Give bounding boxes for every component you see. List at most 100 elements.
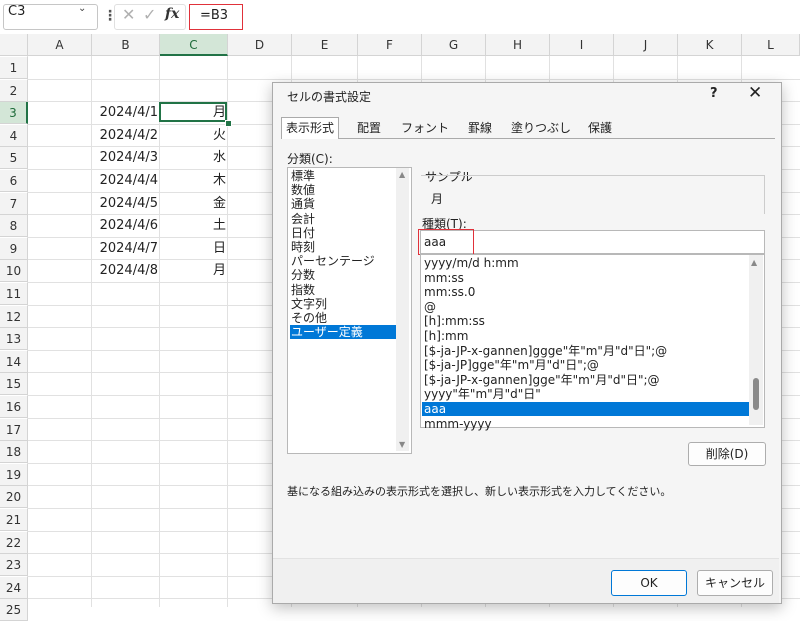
row-header-11[interactable]: 11 — [0, 283, 28, 305]
scroll-up-icon[interactable]: ▲ — [399, 170, 405, 179]
ok-button[interactable]: OK — [611, 570, 687, 596]
insert-function-icon[interactable]: fx — [165, 6, 179, 22]
category-item[interactable]: ユーザー定義 — [290, 325, 396, 340]
category-item[interactable]: 分数 — [290, 268, 396, 282]
cancel-button[interactable]: キャンセル — [697, 570, 773, 596]
row-header-5[interactable]: 5 — [0, 147, 28, 169]
row-header-25[interactable]: 25 — [0, 599, 28, 621]
format-item[interactable]: [$-ja-JP-x-gannen]gge"年"m"月"d"日";@ — [422, 373, 749, 387]
cell-c7[interactable]: 金 — [160, 193, 226, 215]
row-header-10[interactable]: 10 — [0, 260, 28, 282]
category-item[interactable]: 通貨 — [290, 197, 396, 211]
format-item[interactable]: mm:ss — [422, 271, 749, 285]
scroll-down-icon[interactable]: ▼ — [399, 440, 405, 449]
row-header-13[interactable]: 13 — [0, 328, 28, 350]
category-item[interactable]: 会計 — [290, 212, 396, 226]
format-item[interactable]: @ — [422, 300, 749, 314]
row-header-15[interactable]: 15 — [0, 373, 28, 395]
format-item[interactable]: [h]:mm — [422, 329, 749, 343]
fill-handle[interactable] — [225, 120, 232, 127]
row-header-19[interactable]: 19 — [0, 464, 28, 486]
tab-protection[interactable]: 保護 — [580, 118, 620, 138]
format-item[interactable]: mmm-yyyy — [422, 417, 749, 431]
column-header-c[interactable]: C — [160, 34, 228, 56]
format-item[interactable]: mm:ss.0 — [422, 285, 749, 299]
column-header-j[interactable]: J — [614, 34, 678, 56]
row-header-2[interactable]: 2 — [0, 80, 28, 102]
cell-b4[interactable]: 2024/4/2 — [92, 125, 158, 147]
cancel-icon[interactable]: ✕ — [122, 5, 135, 24]
column-header-d[interactable]: D — [228, 34, 292, 56]
category-item[interactable]: パーセンテージ — [290, 254, 396, 268]
column-header-l[interactable]: L — [742, 34, 800, 56]
format-item[interactable]: aaa — [422, 402, 749, 416]
column-header-h[interactable]: H — [486, 34, 550, 56]
row-header-16[interactable]: 16 — [0, 396, 28, 418]
row-header-7[interactable]: 7 — [0, 193, 28, 215]
cell-b8[interactable]: 2024/4/6 — [92, 215, 158, 237]
column-header-b[interactable]: B — [92, 34, 160, 56]
category-item[interactable]: 文字列 — [290, 297, 396, 311]
row-header-17[interactable]: 17 — [0, 419, 28, 441]
tab-alignment[interactable]: 配置 — [346, 118, 392, 138]
row-header-20[interactable]: 20 — [0, 486, 28, 508]
row-header-3[interactable]: 3 — [0, 102, 28, 124]
close-icon[interactable]: ✕ — [748, 83, 762, 103]
tab-fill[interactable]: 塗りつぶし — [508, 118, 574, 138]
column-header-g[interactable]: G — [422, 34, 486, 56]
cell-b9[interactable]: 2024/4/7 — [92, 238, 158, 260]
format-item[interactable]: [h]:mm:ss — [422, 314, 749, 328]
cell-c10[interactable]: 月 — [160, 260, 226, 282]
cell-c5[interactable]: 水 — [160, 147, 226, 169]
tab-border[interactable]: 罫線 — [459, 118, 501, 138]
category-item[interactable]: 標準 — [290, 169, 396, 183]
active-cell[interactable] — [159, 102, 227, 122]
category-item[interactable]: 数値 — [290, 183, 396, 197]
column-header-e[interactable]: E — [292, 34, 358, 56]
category-item[interactable]: その他 — [290, 311, 396, 325]
format-scrollbar-thumb[interactable] — [753, 378, 759, 410]
sample-box — [421, 175, 765, 214]
row-header-12[interactable]: 12 — [0, 306, 28, 328]
format-item[interactable]: yyyy/m/d h:mm — [422, 256, 749, 270]
format-item[interactable]: [$-ja-JP-x-gannen]ggge"年"m"月"d"日";@ — [422, 344, 749, 358]
row-header-8[interactable]: 8 — [0, 215, 28, 237]
cell-b6[interactable]: 2024/4/4 — [92, 170, 158, 192]
row-header-14[interactable]: 14 — [0, 351, 28, 373]
row-header-4[interactable]: 4 — [0, 125, 28, 147]
select-all-corner[interactable] — [0, 34, 28, 56]
row-header-18[interactable]: 18 — [0, 441, 28, 463]
format-item[interactable]: [$-ja-JP]gge"年"m"月"d"日";@ — [422, 358, 749, 372]
cell-c8[interactable]: 土 — [160, 215, 226, 237]
tab-number[interactable]: 表示形式 — [281, 118, 339, 138]
cell-b7[interactable]: 2024/4/5 — [92, 193, 158, 215]
cell-b10[interactable]: 2024/4/8 — [92, 260, 158, 282]
row-header-1[interactable]: 1 — [0, 57, 28, 79]
scroll-up-icon[interactable]: ▲ — [751, 258, 757, 267]
column-header-k[interactable]: K — [678, 34, 742, 56]
cell-b3[interactable]: 2024/4/1 — [92, 102, 158, 124]
row-header-23[interactable]: 23 — [0, 554, 28, 576]
category-item[interactable]: 日付 — [290, 226, 396, 240]
column-header-f[interactable]: F — [358, 34, 422, 56]
cell-b5[interactable]: 2024/4/3 — [92, 147, 158, 169]
row-header-6[interactable]: 6 — [0, 170, 28, 192]
cell-c6[interactable]: 木 — [160, 170, 226, 192]
help-button[interactable]: ? — [710, 86, 718, 101]
category-item[interactable]: 時刻 — [290, 240, 396, 254]
row-header-24[interactable]: 24 — [0, 577, 28, 599]
cell-c9[interactable]: 日 — [160, 238, 226, 260]
row-header-9[interactable]: 9 — [0, 238, 28, 260]
category-scrollbar[interactable] — [396, 168, 409, 451]
format-item[interactable]: yyyy"年"m"月"d"日" — [422, 387, 749, 401]
row-header-22[interactable]: 22 — [0, 532, 28, 554]
category-item[interactable]: 指数 — [290, 283, 396, 297]
column-header-i[interactable]: I — [550, 34, 614, 56]
cell-c4[interactable]: 火 — [160, 125, 226, 147]
column-header-a[interactable]: A — [28, 34, 92, 56]
row-header-21[interactable]: 21 — [0, 509, 28, 531]
chevron-down-icon[interactable]: ⌄ — [78, 3, 86, 14]
enter-icon[interactable]: ✓ — [143, 5, 156, 24]
tab-font[interactable]: フォント — [396, 118, 454, 138]
delete-button[interactable]: 削除(D) — [688, 442, 766, 466]
